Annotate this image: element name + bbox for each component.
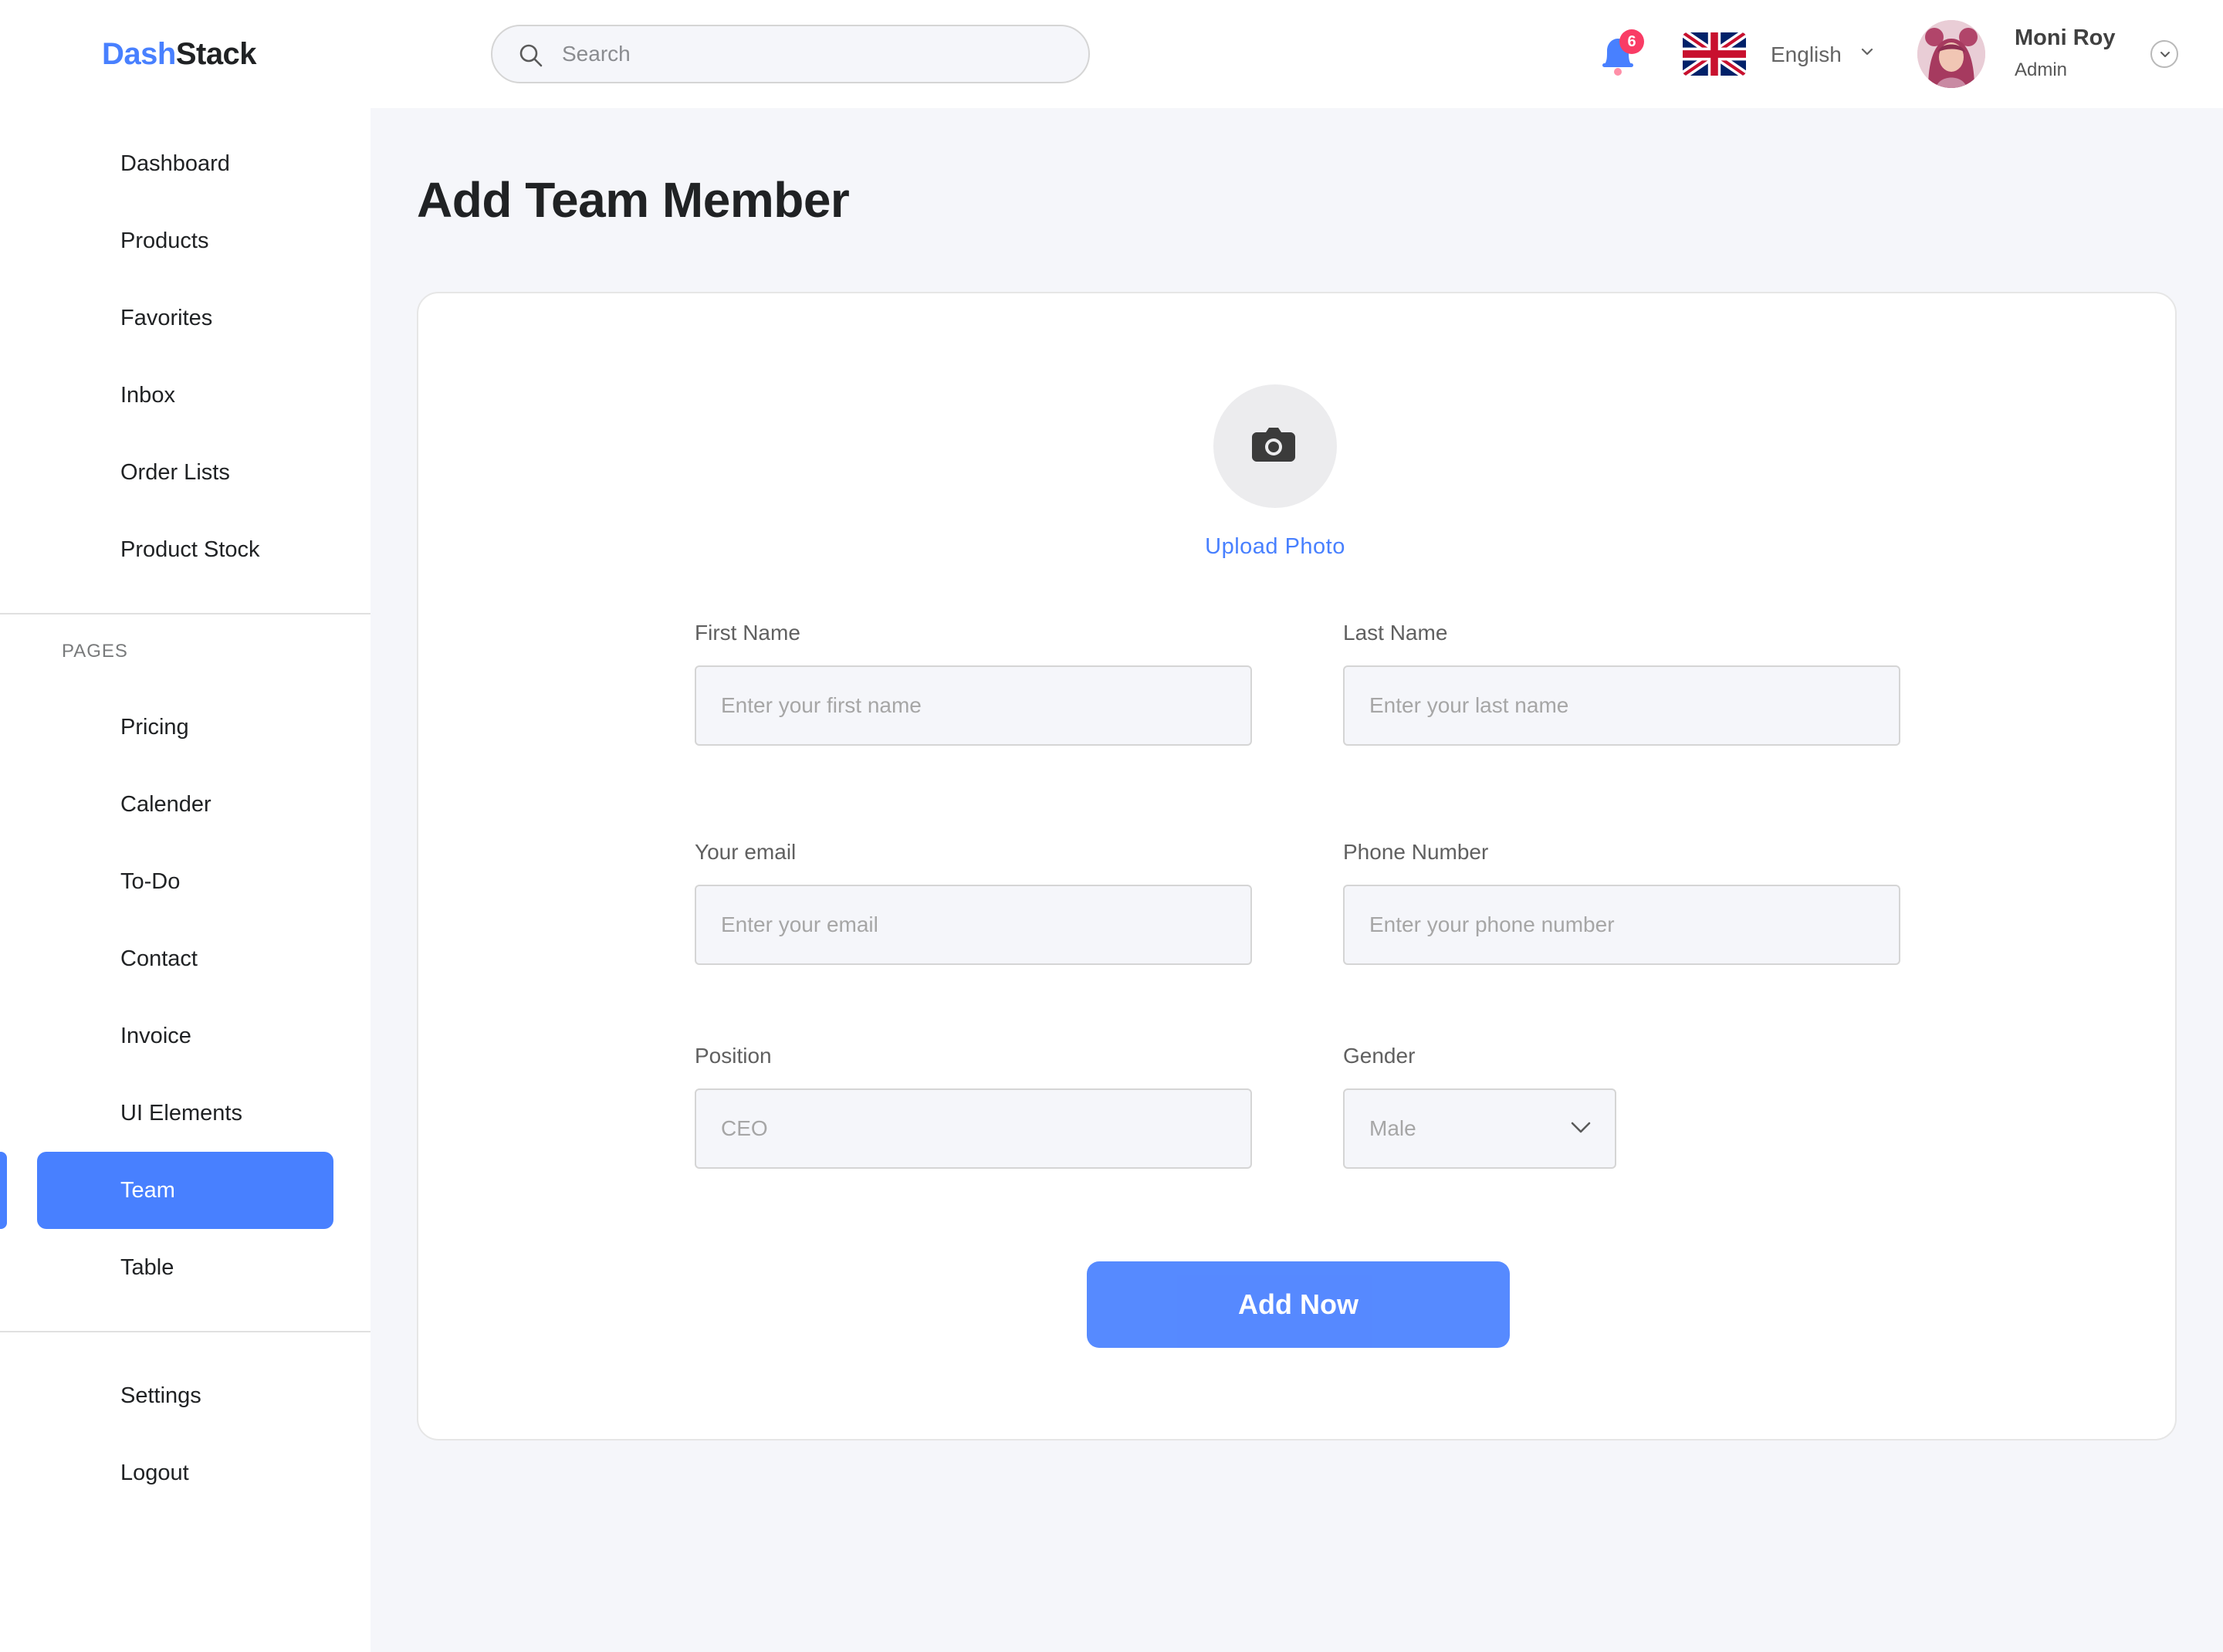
first-name-field[interactable] xyxy=(696,667,1250,744)
phone-label: Phone Number xyxy=(1343,840,1489,864)
user-name: Moni Roy xyxy=(2015,25,2116,50)
sidebar-item-products[interactable]: Products xyxy=(37,202,333,279)
sidebar-item-label: To-Do xyxy=(120,869,181,894)
sidebar-item-favorites[interactable]: Favorites xyxy=(37,279,333,357)
brand-logo-part2: Stack xyxy=(175,37,257,71)
sidebar-item-product-stock[interactable]: Product Stock xyxy=(37,511,333,588)
first-name-label: First Name xyxy=(695,621,800,645)
add-now-button[interactable]: Add Now xyxy=(1087,1261,1510,1348)
sidebar-item-contact[interactable]: Contact xyxy=(37,920,333,997)
language-label[interactable]: English xyxy=(1771,42,1842,67)
sidebar-item-label: UI Elements xyxy=(120,1101,242,1126)
sidebar-item-team[interactable]: Team xyxy=(37,1152,333,1229)
user-role: Admin xyxy=(2015,59,2068,80)
sidebar-item-label: Pricing xyxy=(120,715,189,740)
sidebar-item-todo[interactable]: To-Do xyxy=(37,843,333,920)
gender-select[interactable]: Male xyxy=(1343,1088,1616,1169)
sidebar-item-label: Calender xyxy=(120,792,211,817)
uk-flag-icon[interactable] xyxy=(1683,32,1746,76)
sidebar-divider xyxy=(0,613,370,614)
sidebar-item-label: Logout xyxy=(120,1461,189,1485)
position-field[interactable] xyxy=(696,1090,1250,1167)
last-name-field[interactable] xyxy=(1345,667,1899,744)
phone-field[interactable] xyxy=(1345,886,1899,963)
sidebar-item-label: Invoice xyxy=(120,1024,191,1048)
first-name-field-box xyxy=(695,665,1252,746)
sidebar-item-settings[interactable]: Settings xyxy=(37,1357,333,1434)
sidebar-item-label: Products xyxy=(120,229,209,253)
sidebar-item-label: Table xyxy=(120,1255,174,1280)
sidebar-item-inbox[interactable]: Inbox xyxy=(37,357,333,434)
sidebar-item-label: Product Stock xyxy=(120,537,260,562)
search-input[interactable] xyxy=(562,26,1056,82)
sidebar-divider xyxy=(0,1331,370,1332)
phone-field-box xyxy=(1343,885,1900,965)
email-field-box xyxy=(695,885,1252,965)
search-bar xyxy=(491,25,1090,83)
last-name-field-box xyxy=(1343,665,1900,746)
sidebar-item-ui-elements[interactable]: UI Elements xyxy=(37,1075,333,1152)
sidebar-item-label: Inbox xyxy=(120,383,175,408)
page-title: Add Team Member xyxy=(417,172,850,228)
sidebar-item-label: Order Lists xyxy=(120,460,230,485)
sidebar-item-label: Dashboard xyxy=(120,151,230,176)
chevron-down-icon xyxy=(1571,1122,1591,1133)
gender-select-value: Male xyxy=(1369,1116,1416,1140)
sidebar-item-logout[interactable]: Logout xyxy=(37,1434,333,1512)
chevron-down-icon xyxy=(2160,52,2170,57)
brand-logo[interactable]: DashStack xyxy=(102,37,257,72)
position-label: Position xyxy=(695,1044,772,1068)
sidebar-item-label: Team xyxy=(120,1178,175,1203)
sidebar-item-invoice[interactable]: Invoice xyxy=(37,997,333,1075)
sidebar-item-order-lists[interactable]: Order Lists xyxy=(37,434,333,511)
upload-photo-link[interactable]: Upload Photo xyxy=(1159,534,1391,560)
notifications-button[interactable]: 6 xyxy=(1596,29,1644,77)
active-indicator xyxy=(0,1152,7,1229)
sidebar: Dashboard Products Favorites Inbox Order… xyxy=(0,108,370,1652)
last-name-label: Last Name xyxy=(1343,621,1448,645)
add-member-form-card: Upload Photo First Name Last Name Your e… xyxy=(417,292,2177,1440)
avatar[interactable] xyxy=(1917,20,1985,88)
sidebar-item-pricing[interactable]: Pricing xyxy=(37,689,333,766)
sidebar-item-calender[interactable]: Calender xyxy=(37,766,333,843)
gender-label: Gender xyxy=(1343,1044,1416,1068)
search-icon xyxy=(519,44,543,67)
sidebar-item-label: Favorites xyxy=(120,306,213,330)
profile-menu-button[interactable] xyxy=(2150,40,2178,68)
notification-badge: 6 xyxy=(1619,29,1644,54)
email-label: Your email xyxy=(695,840,797,864)
chevron-down-icon[interactable] xyxy=(1859,43,1876,60)
sidebar-item-table[interactable]: Table xyxy=(37,1229,333,1306)
sidebar-item-dashboard[interactable]: Dashboard xyxy=(37,125,333,202)
top-bar: DashStack 6 English xyxy=(0,0,2223,108)
email-field[interactable] xyxy=(696,886,1250,963)
sidebar-item-label: Contact xyxy=(120,946,198,971)
sidebar-section-label: PAGES xyxy=(62,641,128,662)
brand-logo-part1: Dash xyxy=(102,37,176,71)
camera-icon xyxy=(1252,428,1295,462)
position-field-box xyxy=(695,1088,1252,1169)
upload-photo-button[interactable] xyxy=(1213,384,1337,508)
sidebar-item-label: Settings xyxy=(120,1383,201,1408)
